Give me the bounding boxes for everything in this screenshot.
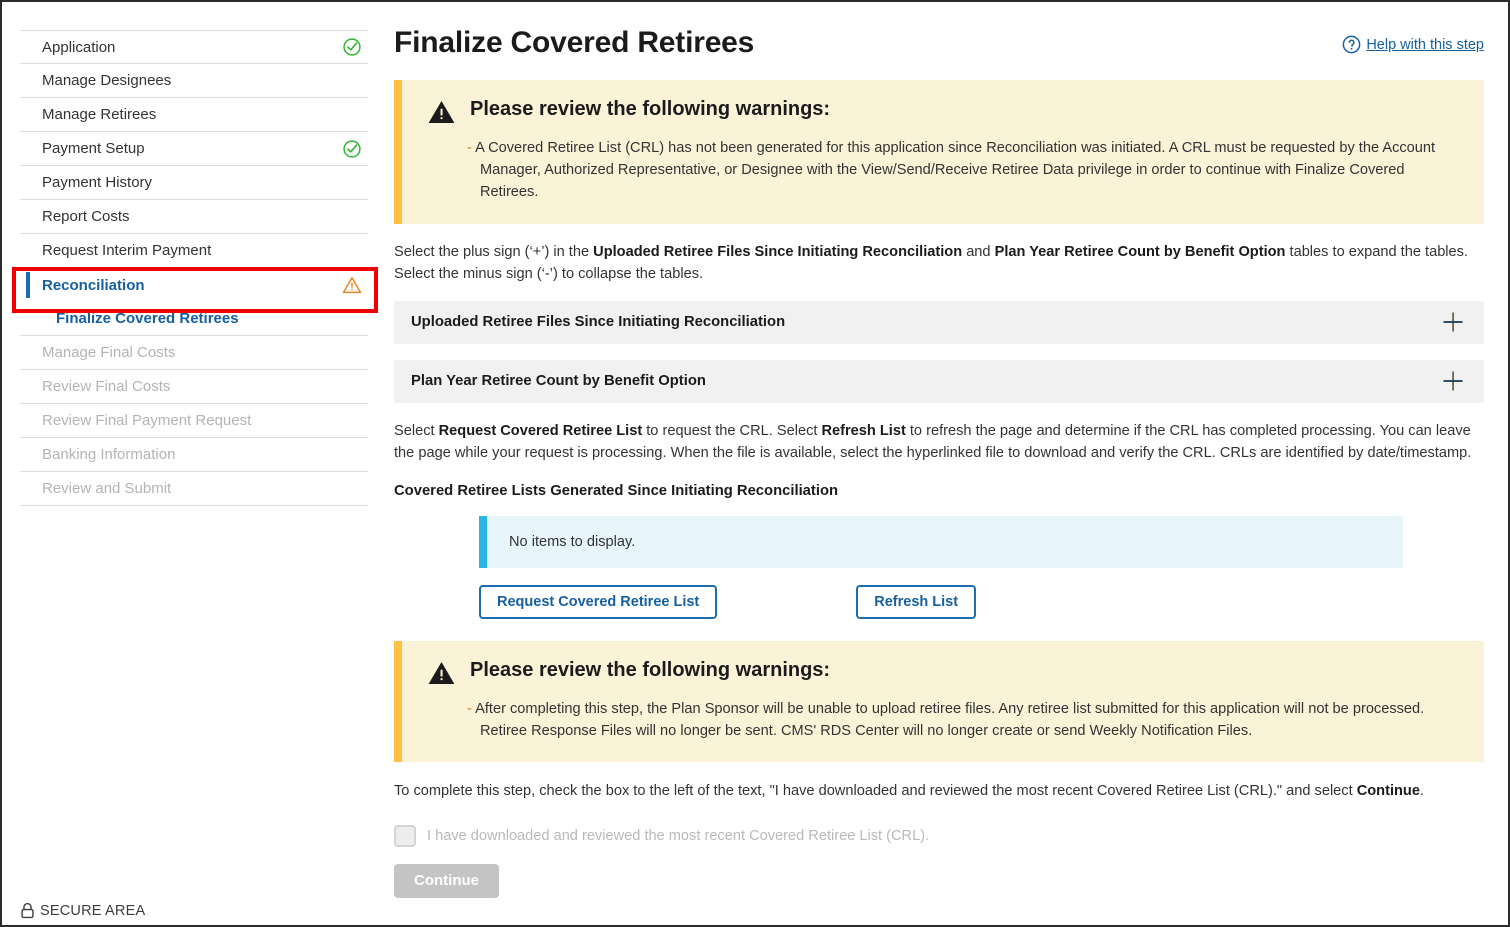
refresh-list-button[interactable]: Refresh List	[856, 584, 977, 619]
sidebar-item-banking-information: Banking Information	[20, 438, 368, 472]
continue-button: Continue	[394, 863, 499, 898]
warning-triangle-icon	[342, 276, 362, 294]
request-text-1: Select	[394, 422, 439, 439]
secure-area-indicator: SECURE AREA	[20, 902, 145, 919]
warning-triangle-icon	[428, 100, 455, 124]
page-header: Finalize Covered Retirees Help with this…	[394, 26, 1484, 60]
warning-title: Please review the following warnings:	[470, 98, 831, 120]
warning-body: - A Covered Retiree List (CRL) has not b…	[428, 137, 1460, 204]
warning-header: Please review the following warnings:	[428, 98, 1460, 124]
crl-section-heading: Covered Retiree Lists Generated Since In…	[394, 482, 839, 499]
sidebar-item-label: Manage Final Costs	[42, 344, 176, 361]
warning-body: - After completing this step, the Plan S…	[428, 698, 1460, 742]
check-circle-icon	[342, 37, 362, 57]
instr-bold-2: Plan Year Retiree Count by Benefit Optio…	[994, 243, 1286, 260]
sidebar-item-report-costs[interactable]: Report Costs	[20, 200, 368, 234]
complete-text-1: To complete this step, check the box to …	[394, 783, 1357, 800]
sidebar-item-finalize-covered-retirees[interactable]: Finalize Covered Retirees	[20, 302, 368, 336]
warning-text: A Covered Retiree List (CRL) has not bee…	[475, 140, 1436, 201]
sidebar-item-label: Report Costs	[42, 208, 130, 225]
sidebar-item-label: Manage Designees	[42, 72, 172, 89]
crl-acknowledgement-label: I have downloaded and reviewed the most …	[427, 827, 930, 844]
secure-area-label: SECURE AREA	[40, 902, 146, 919]
sidebar-item-label: Request Interim Payment	[42, 242, 212, 259]
sidebar-item-label: Application	[42, 38, 116, 56]
sidebar-item-request-interim-payment[interactable]: Request Interim Payment	[20, 234, 368, 268]
request-text-2: to request the CRL. Select	[642, 422, 822, 439]
instr-bold-1: Uploaded Retiree Files Since Initiating …	[593, 243, 963, 260]
application-window: Application Manage Designees Manage Reti…	[0, 0, 1510, 927]
crl-button-row: Request Covered Retiree List Refresh Lis…	[479, 584, 1484, 619]
crl-acknowledgement-checkbox	[394, 824, 416, 847]
sidebar-item-manage-designees[interactable]: Manage Designees	[20, 64, 368, 98]
sidebar-navigation: Application Manage Designees Manage Reti…	[2, 2, 390, 925]
crl-empty-info-box: No items to display.	[479, 515, 1403, 568]
main-content: Finalize Covered Retirees Help with this…	[390, 2, 1508, 925]
request-covered-retiree-list-button[interactable]: Request Covered Retiree List	[479, 584, 718, 619]
question-mark-circle-icon	[1342, 35, 1361, 54]
crl-acknowledgement-row: I have downloaded and reviewed the most …	[394, 824, 1484, 847]
complete-bold-continue: Continue	[1356, 783, 1420, 800]
accordion-title: Uploaded Retiree Files Since Initiating …	[411, 314, 786, 331]
warning-bullet-marker: -	[467, 140, 472, 156]
warning-triangle-icon	[428, 661, 455, 685]
warning-panel-bottom: Please review the following warnings: - …	[394, 640, 1484, 763]
sidebar-item-label: Manage Retirees	[42, 106, 157, 123]
sidebar-item-label: Banking Information	[42, 446, 176, 463]
request-instructions-paragraph: Select Request Covered Retiree List to r…	[394, 420, 1484, 465]
help-with-this-step-link[interactable]: Help with this step	[1342, 35, 1484, 54]
lock-icon	[20, 902, 35, 919]
request-bold-2: Refresh List	[821, 422, 906, 439]
warning-text: After completing this step, the Plan Spo…	[475, 700, 1425, 740]
request-bold-1: Request Covered Retiree List	[438, 422, 643, 439]
page-title: Finalize Covered Retirees	[394, 26, 755, 59]
sidebar-item-review-and-submit: Review and Submit	[20, 472, 368, 506]
sidebar-item-label: Reconciliation	[42, 276, 145, 294]
warning-title: Please review the following warnings:	[470, 658, 831, 681]
instr-text-2: and	[962, 243, 995, 260]
sidebar-item-label: Review Final Costs	[42, 378, 171, 395]
warning-bullet-marker: -	[467, 700, 472, 717]
accordion-title: Plan Year Retiree Count by Benefit Optio…	[411, 373, 706, 390]
accordion-plan-year-retiree-count[interactable]: Plan Year Retiree Count by Benefit Optio…	[394, 359, 1484, 403]
sidebar-item-label: Payment Setup	[42, 140, 145, 157]
sidebar-item-label: Finalize Covered Retirees	[56, 310, 239, 327]
accordion-uploaded-retiree-files[interactable]: Uploaded Retiree Files Since Initiating …	[394, 300, 1484, 344]
check-circle-icon	[342, 139, 362, 159]
sidebar-item-manage-final-costs: Manage Final Costs	[20, 336, 368, 370]
sidebar-item-review-final-payment-request: Review Final Payment Request	[20, 404, 368, 438]
sidebar-item-payment-history[interactable]: Payment History	[20, 166, 368, 200]
sidebar-item-reconciliation[interactable]: Reconciliation	[20, 268, 368, 302]
sidebar-item-label: Review and Submit	[42, 480, 172, 497]
sidebar-item-label: Payment History	[42, 174, 153, 191]
plus-icon[interactable]	[1442, 370, 1464, 392]
nav-list: Application Manage Designees Manage Reti…	[2, 30, 390, 506]
expand-instructions-paragraph: Select the plus sign (‘+’) in the Upload…	[394, 241, 1484, 286]
sidebar-item-review-final-costs: Review Final Costs	[20, 370, 368, 404]
plus-icon[interactable]	[1442, 311, 1464, 333]
sidebar-item-application[interactable]: Application	[20, 30, 368, 64]
complete-text-2: .	[1419, 783, 1425, 800]
instr-text-1: Select the plus sign (‘+’) in the	[394, 243, 594, 260]
warning-header: Please review the following warnings:	[428, 659, 1460, 685]
complete-step-paragraph: To complete this step, check the box to …	[394, 780, 1484, 803]
sidebar-item-label: Review Final Payment Request	[42, 412, 252, 429]
sidebar-item-payment-setup[interactable]: Payment Setup	[20, 132, 368, 166]
help-link-label: Help with this step	[1366, 36, 1484, 53]
sidebar-item-manage-retirees[interactable]: Manage Retirees	[20, 98, 368, 132]
warning-panel-top: Please review the following warnings: - …	[394, 80, 1484, 224]
crl-empty-message: No items to display.	[509, 533, 636, 550]
